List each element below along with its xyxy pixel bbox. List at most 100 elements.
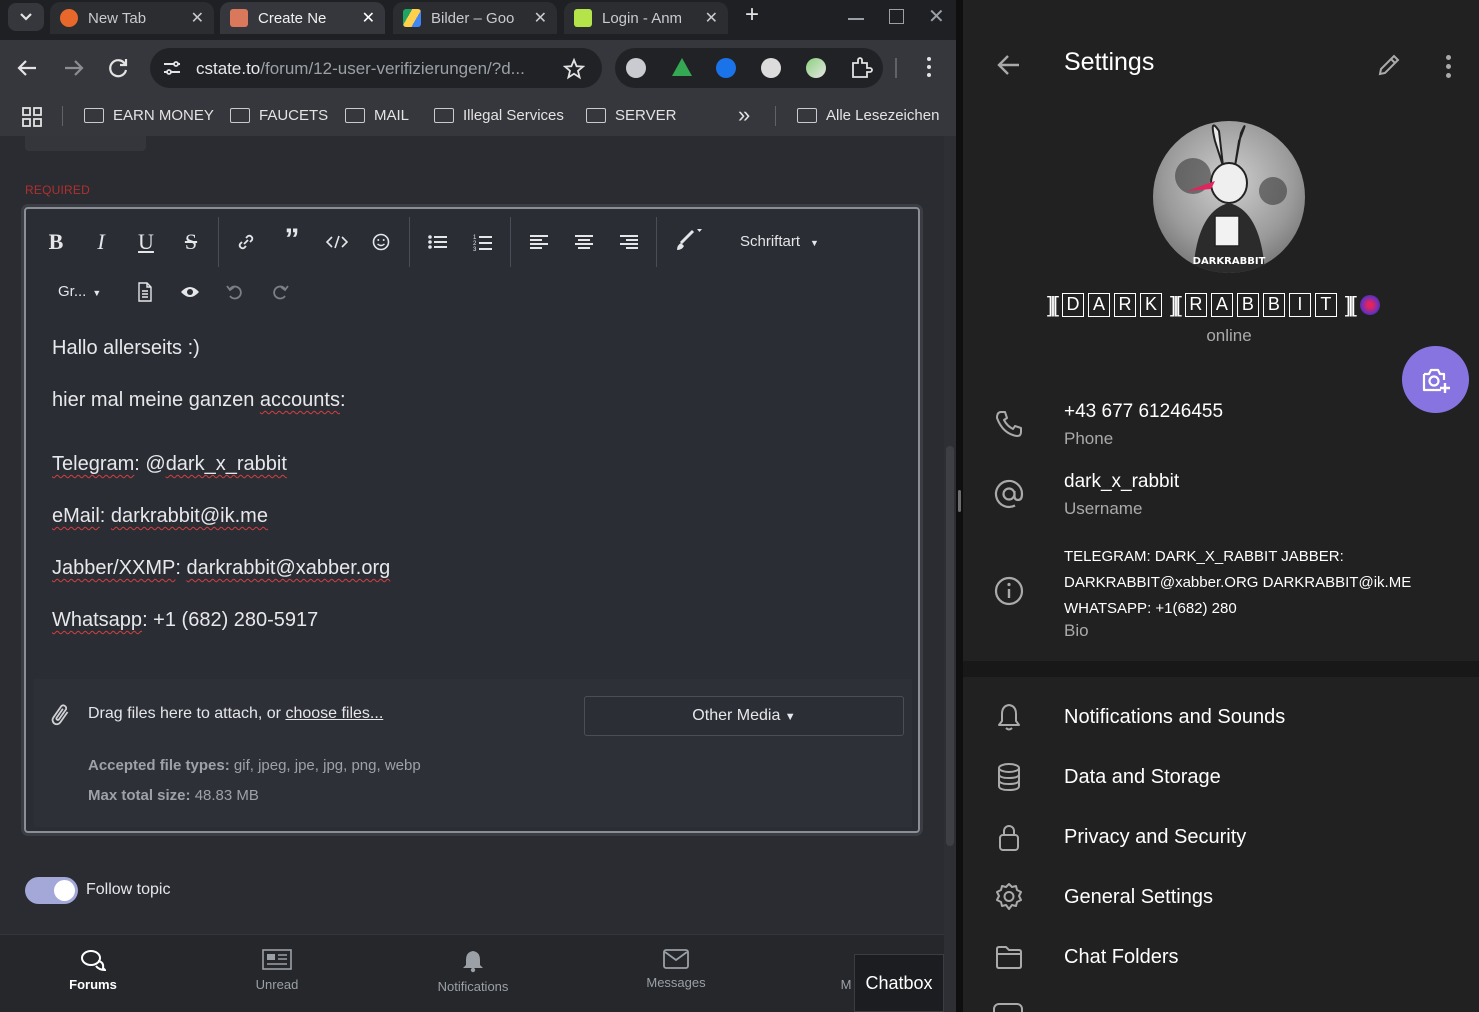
name-letter: R — [1113, 293, 1136, 317]
close-window-button[interactable]: ✕ — [928, 4, 945, 29]
font-size-dropdown[interactable]: Gr... ▼ — [58, 283, 101, 300]
redo-icon[interactable] — [271, 283, 289, 301]
bookmark-server[interactable]: SERVER — [586, 107, 676, 124]
choose-files-link[interactable]: choose files... — [285, 705, 383, 722]
tab-bilder[interactable]: Bilder – Goo ✕ — [393, 2, 557, 34]
set-photo-button[interactable] — [1402, 346, 1469, 413]
bio-text[interactable]: TELEGRAM: DARK_X_RABBIT JABBER: DARKRABB… — [1064, 544, 1411, 622]
nav-notifications[interactable]: Notifications — [413, 949, 533, 994]
minimize-button[interactable] — [848, 18, 864, 20]
max-size-value: 48.83 MB — [194, 787, 259, 804]
kebab-menu-icon[interactable] — [927, 57, 931, 77]
code-icon[interactable] — [326, 234, 348, 250]
nav-forums[interactable]: Forums — [33, 949, 153, 992]
underline-button[interactable]: U — [136, 229, 156, 255]
link-icon[interactable] — [237, 233, 255, 251]
apps-grid-icon[interactable] — [22, 107, 42, 127]
browser-toolbar: cstate.to/forum/12-user-verifizierungen/… — [0, 40, 956, 96]
site-settings-icon[interactable] — [162, 59, 182, 77]
page-scrollbar[interactable] — [944, 136, 956, 1012]
profile-avatar[interactable]: DARKRABBIT — [1153, 121, 1305, 273]
info-icon — [994, 576, 1024, 606]
phone-icon — [996, 411, 1022, 437]
nav-messages[interactable]: Messages — [616, 949, 736, 990]
bullet-list-icon[interactable] — [428, 234, 448, 250]
more-menu-icon[interactable] — [1446, 55, 1451, 78]
bookmark-mail[interactable]: MAIL — [345, 107, 409, 124]
extension-wrench-icon[interactable] — [626, 58, 646, 78]
menu-privacy-and-security[interactable]: Privacy and Security — [963, 807, 1479, 867]
username[interactable]: dark_x_rabbit — [1064, 471, 1179, 493]
phone-label: Phone — [1064, 429, 1114, 448]
preview-eye-icon[interactable] — [180, 285, 200, 299]
tab-new-tab[interactable]: New Tab ✕ — [50, 2, 214, 34]
chatbox-button[interactable]: Chatbox — [854, 954, 944, 1012]
menu-label: Privacy and Security — [1064, 826, 1247, 848]
bookmark-star-icon[interactable] — [563, 58, 585, 80]
menu-general-settings[interactable]: General Settings — [963, 867, 1479, 927]
back-arrow-icon[interactable] — [997, 54, 1021, 76]
align-left-icon[interactable] — [529, 234, 549, 250]
quote-icon[interactable]: ” — [280, 223, 304, 257]
follow-topic-toggle[interactable] — [25, 877, 78, 904]
menu-chat-folders[interactable]: Chat Folders — [963, 927, 1479, 987]
scrollbar-thumb[interactable] — [946, 446, 954, 846]
font-family-label: Schriftart — [740, 233, 801, 250]
bookmark-earn-money[interactable]: EARN MONEY — [84, 107, 214, 124]
new-tab-button[interactable]: + — [734, 0, 770, 32]
puzzle-icon[interactable] — [849, 57, 873, 79]
tab-title: Login - Anm — [602, 9, 683, 27]
google-drive-extension-icon[interactable] — [672, 58, 692, 76]
tab-create-new[interactable]: Create Ne ✕ — [220, 2, 385, 34]
close-icon[interactable]: ✕ — [705, 8, 718, 28]
back-icon[interactable] — [16, 58, 40, 78]
menu-notifications-and-sounds[interactable]: Notifications and Sounds — [963, 687, 1479, 747]
align-center-icon[interactable] — [574, 234, 594, 250]
align-right-icon[interactable] — [619, 234, 639, 250]
tab-login[interactable]: Login - Anm ✕ — [564, 2, 728, 34]
nav-unread[interactable]: Unread — [217, 949, 337, 992]
grey-extension-icon[interactable] — [761, 58, 781, 78]
address-bar[interactable]: cstate.to/forum/12-user-verifizierungen/… — [150, 48, 602, 88]
bookmark-illegal-services[interactable]: Illegal Services — [434, 107, 564, 124]
tab-search-button[interactable] — [8, 3, 44, 31]
name-decoration-middle: ]|[ — [1169, 292, 1182, 317]
resize-grip[interactable] — [958, 490, 961, 512]
forward-icon[interactable] — [61, 58, 85, 78]
close-icon[interactable]: ✕ — [534, 8, 547, 28]
document-icon[interactable] — [137, 282, 153, 302]
numbered-list-icon[interactable]: 123 — [473, 233, 493, 251]
phone-number[interactable]: +43 677 61246455 — [1064, 401, 1223, 423]
menu-data-and-storage[interactable]: Data and Storage — [963, 747, 1479, 807]
bio-line: DARKRABBIT@xabber.ORG DARKRABBIT@ik.ME — [1064, 574, 1412, 591]
close-icon[interactable]: ✕ — [362, 8, 375, 28]
strikethrough-button[interactable]: S — [181, 229, 201, 255]
all-bookmarks-button[interactable]: Alle Lesezeichen — [797, 107, 939, 124]
close-icon[interactable]: ✕ — [191, 8, 204, 28]
accepted-types-value: gif, jpeg, jpe, jpg, png, webp — [233, 757, 421, 774]
folder-icon — [996, 946, 1022, 969]
attachment-area[interactable]: Drag files here to attach, or choose fil… — [34, 679, 912, 827]
gear-icon — [996, 883, 1022, 910]
bookmark-faucets[interactable]: FAUCETS — [230, 107, 328, 124]
other-media-button[interactable]: Other Media ▼ — [584, 696, 904, 736]
undo-icon[interactable] — [226, 283, 244, 301]
tab-title: Create Ne — [258, 9, 327, 27]
more-bookmarks-button[interactable]: » — [738, 102, 750, 128]
accepted-types: Accepted file types: gif, jpeg, jpe, jpg… — [88, 757, 421, 774]
maximize-button[interactable] — [889, 9, 904, 24]
next-menu-icon — [993, 1003, 1023, 1012]
edit-pencil-icon[interactable] — [1376, 52, 1402, 78]
text-color-brush-icon[interactable] — [675, 227, 705, 253]
name-letter: I — [1288, 293, 1311, 317]
blue-dot-extension-icon[interactable] — [716, 58, 736, 78]
font-family-dropdown[interactable]: Schriftart ▼ — [740, 233, 819, 250]
toggle-extension-icon[interactable] — [806, 58, 826, 78]
emoji-icon[interactable] — [372, 233, 390, 251]
bold-button[interactable]: B — [46, 229, 66, 255]
max-size: Max total size: 48.83 MB — [88, 787, 259, 804]
window-divider[interactable] — [956, 0, 963, 1012]
reload-icon[interactable] — [107, 57, 129, 79]
bell-icon — [998, 704, 1020, 731]
italic-button[interactable]: I — [91, 229, 111, 255]
